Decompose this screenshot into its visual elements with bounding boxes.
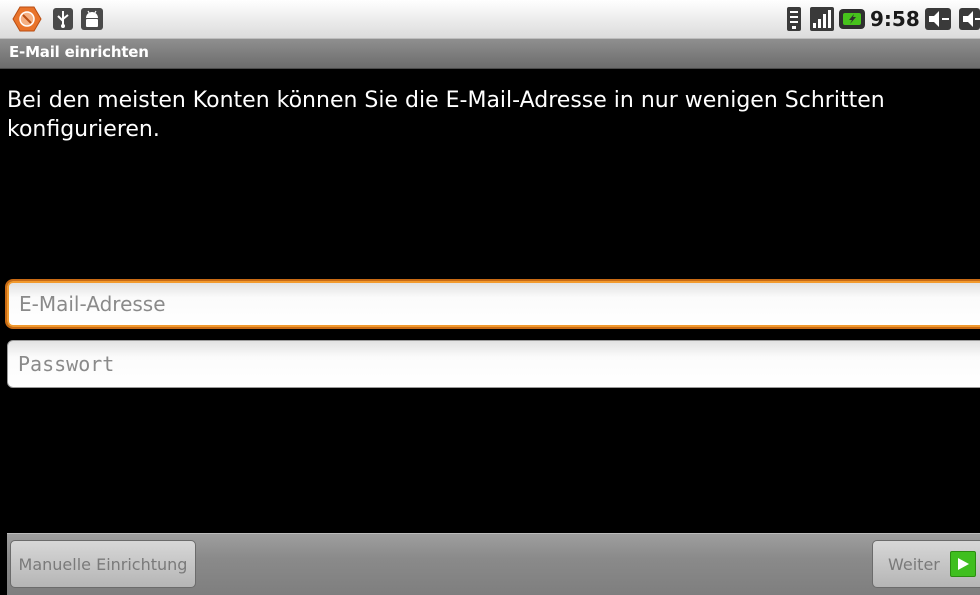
signal-icon[interactable] <box>809 7 835 31</box>
alert-triangle-icon[interactable] <box>12 6 42 32</box>
status-bar: 9:58 <box>0 0 980 39</box>
page-title: E-Mail einrichten <box>9 43 149 61</box>
status-clock: 9:58 <box>870 7 920 31</box>
volume-down-icon[interactable] <box>924 7 952 31</box>
manual-setup-label: Manuelle Einrichtung <box>18 554 188 574</box>
battery-icon[interactable] <box>838 7 866 31</box>
android-debug-icon[interactable] <box>80 7 104 31</box>
intro-text: Bei den meisten Konten können Sie die E-… <box>7 88 885 142</box>
manual-setup-button[interactable]: Manuelle Einrichtung <box>10 540 196 588</box>
usb-icon[interactable] <box>52 7 74 31</box>
next-label: Weiter <box>888 554 940 574</box>
email-setup-screen: 9:58 E-Mail einrichten Bei den meisten K… <box>0 0 980 595</box>
email-field[interactable] <box>7 281 980 327</box>
wifi-icon[interactable] <box>786 7 802 31</box>
title-bar: E-Mail einrichten <box>0 39 980 69</box>
arrow-right-icon <box>949 551 976 577</box>
button-bar: Manuelle Einrichtung Weiter <box>7 533 980 595</box>
volume-up-icon[interactable] <box>958 7 980 31</box>
password-field[interactable] <box>7 340 980 388</box>
next-button[interactable]: Weiter <box>872 540 980 588</box>
